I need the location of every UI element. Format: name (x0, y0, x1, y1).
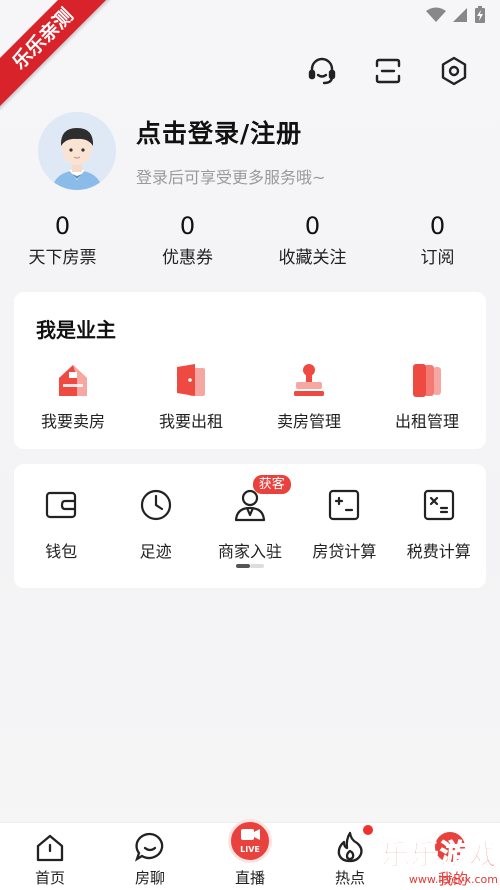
history-label: 足迹 (139, 542, 172, 561)
signal-icon (453, 8, 467, 22)
tax-calculator-icon (423, 489, 454, 521)
login-subtitle: 登录后可享受更多服务哦~ (136, 168, 326, 187)
brand-watermark: 乐乐游戏 www.leleyx.com (381, 833, 498, 887)
status-bar (426, 6, 486, 24)
wifi-icon (426, 7, 446, 22)
settings-icon[interactable] (438, 55, 470, 87)
owner-card: 我是业主 我要卖房 我要出租 卖房管理 出租管理 (14, 292, 486, 449)
flame-icon (337, 831, 363, 863)
stat-house-tickets[interactable]: 0 天下房票 (0, 212, 125, 268)
sale-management-button[interactable]: 卖房管理 (250, 358, 368, 432)
owner-card-title: 我是业主 (36, 318, 116, 342)
customer-service-icon[interactable] (306, 55, 338, 87)
battery-charging-icon (475, 6, 485, 23)
sell-house-label: 我要卖房 (40, 412, 105, 431)
merchant-join-button[interactable]: 获客 商家入驻 (203, 475, 297, 562)
stat-value: 0 (54, 212, 71, 240)
brand-watermark-text: 乐乐游戏 (381, 838, 498, 872)
rent-management-button[interactable]: 出租管理 (368, 358, 486, 432)
login-register-link[interactable]: 点击登录/注册 (136, 114, 325, 150)
stat-label: 优惠券 (162, 248, 213, 268)
tools-card: 钱包 足迹 获客 商家入驻 房贷计算 税费计算 (14, 464, 486, 588)
mortgage-calculator-icon (329, 489, 360, 521)
top-actions (306, 55, 470, 87)
door-icon (177, 364, 205, 396)
rent-out-button[interactable]: 我要出租 (132, 358, 250, 432)
sale-management-label: 卖房管理 (276, 412, 341, 431)
tab-home-label: 首页 (34, 869, 65, 887)
sell-house-button[interactable]: 我要卖房 (14, 358, 132, 432)
stat-favorites[interactable]: 0 收藏关注 (250, 212, 375, 268)
tab-home[interactable]: 首页 (0, 823, 100, 890)
page-indicator-inactive (250, 564, 264, 568)
tab-chat[interactable]: 房聊 (100, 823, 200, 890)
brand-watermark-site: www.leleyx.com (408, 873, 498, 886)
stat-label: 订阅 (420, 248, 455, 268)
profile-header[interactable]: 点击登录/注册 登录后可享受更多服务哦~ (38, 112, 325, 190)
stat-label: 收藏关注 (278, 248, 347, 268)
tab-live[interactable]: LIVE 直播 (200, 819, 300, 890)
stat-value: 0 (429, 212, 446, 240)
mortgage-calc-button[interactable]: 房贷计算 (297, 488, 391, 562)
stat-coupons[interactable]: 0 优惠券 (125, 212, 250, 268)
stats-row: 0 天下房票 0 优惠券 0 收藏关注 0 订阅 (0, 212, 500, 268)
merchant-join-label: 商家入驻 (217, 542, 282, 561)
home-icon (36, 834, 64, 862)
files-icon (413, 364, 441, 397)
stat-value: 0 (304, 212, 321, 240)
page-indicator-active (236, 564, 250, 568)
ribbon-text: 乐乐亲测 (0, 0, 116, 110)
page-indicator (236, 564, 264, 568)
avatar[interactable] (38, 112, 116, 190)
wallet-label: 钱包 (45, 542, 78, 561)
ribbon-watermark: 乐乐亲测 (0, 0, 120, 110)
tab-chat-label: 房聊 (134, 869, 165, 887)
chat-icon (134, 832, 164, 862)
scan-icon[interactable] (372, 55, 404, 87)
wallet-button[interactable]: 钱包 (14, 488, 108, 562)
live-icon: LIVE (228, 819, 272, 863)
tax-calc-button[interactable]: 税费计算 (392, 488, 486, 562)
stat-label: 天下房票 (28, 248, 97, 268)
stat-value: 0 (179, 212, 196, 240)
stamp-icon (294, 364, 324, 396)
tax-calc-label: 税费计算 (406, 542, 471, 561)
clock-icon (140, 489, 171, 521)
live-text: LIVE (240, 845, 260, 854)
notification-dot (363, 825, 373, 835)
wallet-icon (46, 491, 77, 519)
acquire-customers-badge: 获客 (252, 475, 291, 494)
rent-out-label: 我要出租 (158, 412, 223, 431)
stat-subscriptions[interactable]: 0 订阅 (375, 212, 500, 268)
mortgage-calc-label: 房贷计算 (312, 542, 377, 561)
history-button[interactable]: 足迹 (108, 488, 202, 562)
tab-live-label: 直播 (234, 869, 265, 887)
rent-management-label: 出租管理 (394, 412, 459, 431)
house-icon (59, 365, 87, 396)
